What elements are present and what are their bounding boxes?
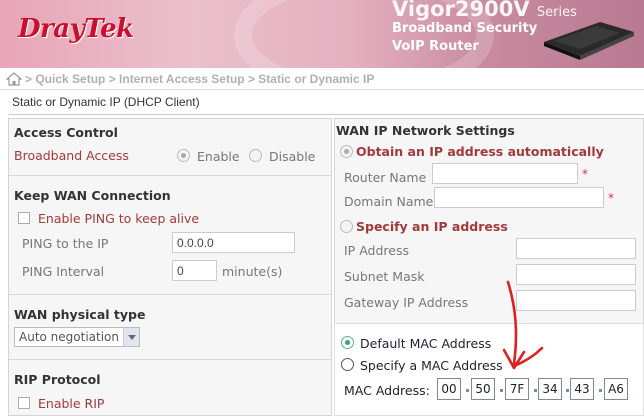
mac-octet-2[interactable]: 50 — [471, 378, 495, 400]
wan-ip-title: WAN IP Network Settings — [336, 123, 515, 138]
gateway-ip-label: Gateway IP Address — [344, 295, 469, 310]
obtain-ip-auto-radio[interactable] — [340, 145, 353, 158]
divider — [9, 294, 331, 295]
access-control-title: Access Control — [14, 125, 118, 140]
enable-rip-label: Enable RIP — [38, 396, 105, 411]
mac-address-label: MAC Address: — [344, 383, 430, 398]
broadband-access-label: Broadband Access — [14, 148, 129, 163]
product-line-2: VoIP Router — [392, 39, 479, 54]
domain-name-label: Domain Name — [344, 194, 434, 209]
specify-ip-radio[interactable] — [340, 220, 353, 233]
title-divider — [8, 114, 644, 115]
broadband-enable-label: Enable — [197, 149, 240, 164]
specify-mac-radio[interactable] — [341, 358, 354, 371]
product-line-1: Broadband Security — [392, 21, 538, 36]
subnet-mask-label: Subnet Mask — [344, 269, 425, 284]
broadband-enable-radio[interactable] — [177, 149, 190, 162]
wan-physical-value: Auto negotiation — [19, 330, 120, 344]
draytek-logo: DrayTek — [18, 14, 134, 44]
default-mac-label: Default MAC Address — [360, 336, 492, 351]
wan-physical-select[interactable]: Auto negotiation — [14, 327, 140, 347]
ping-keepalive-label: Enable PING to keep alive — [38, 211, 200, 226]
breadcrumb-text[interactable]: > Quick Setup > Internet Access Setup > … — [25, 72, 374, 86]
ping-interval-input[interactable]: 0 — [172, 260, 217, 281]
domain-name-input[interactable] — [434, 187, 604, 208]
specify-mac-label: Specify a MAC Address — [360, 358, 503, 373]
mac-separator — [599, 389, 602, 392]
ping-keepalive-checkbox[interactable] — [18, 212, 30, 224]
divider — [9, 175, 331, 176]
ip-address-label: IP Address — [344, 243, 409, 258]
required-mark: * — [608, 191, 614, 205]
ip-address-input[interactable] — [516, 238, 636, 259]
model-label: Vigor2900V — [392, 0, 530, 21]
required-mark: * — [582, 167, 588, 181]
mac-octet-4[interactable]: 34 — [538, 378, 562, 400]
ping-ip-input[interactable]: 0.0.0.0 — [172, 232, 295, 253]
broadband-disable-radio[interactable] — [249, 149, 262, 162]
breadcrumb: > Quick Setup > Internet Access Setup > … — [6, 70, 374, 88]
wan-physical-title: WAN physical type — [14, 307, 146, 322]
mac-separator — [566, 389, 569, 392]
router-device-icon — [544, 22, 634, 60]
broadband-disable-label: Disable — [269, 149, 316, 164]
breadcrumb-divider — [0, 89, 644, 90]
ping-interval-label: PING Interval — [22, 264, 105, 279]
header-banner: DrayTek Vigor2900V Series Broadband Secu… — [0, 0, 644, 68]
page-title: Static or Dynamic IP (DHCP Client) — [12, 95, 200, 109]
obtain-ip-auto-label: Obtain an IP address automatically — [356, 144, 604, 159]
mac-octet-3[interactable]: 7F — [505, 378, 529, 400]
red-annotation-arrow-icon — [502, 280, 544, 370]
mac-octet-6[interactable]: A6 — [604, 378, 628, 400]
ping-ip-label: PING to the IP — [22, 236, 109, 251]
keep-wan-title: Keep WAN Connection — [14, 188, 171, 203]
enable-rip-checkbox[interactable] — [18, 397, 30, 409]
router-name-input[interactable] — [432, 163, 578, 184]
mac-octet-1[interactable]: 00 — [437, 378, 461, 400]
router-name-label: Router Name — [344, 170, 427, 185]
mac-separator — [466, 389, 469, 392]
rip-protocol-title: RIP Protocol — [14, 372, 101, 387]
divider — [9, 359, 331, 360]
mac-octet-5[interactable]: 43 — [570, 378, 594, 400]
default-mac-radio[interactable] — [341, 336, 354, 349]
specify-ip-label: Specify an IP address — [356, 219, 508, 234]
ping-interval-unit: minute(s) — [222, 264, 283, 279]
mac-separator — [534, 389, 537, 392]
home-icon[interactable] — [6, 72, 22, 86]
chevron-down-icon[interactable] — [123, 328, 139, 346]
mac-separator — [500, 389, 503, 392]
